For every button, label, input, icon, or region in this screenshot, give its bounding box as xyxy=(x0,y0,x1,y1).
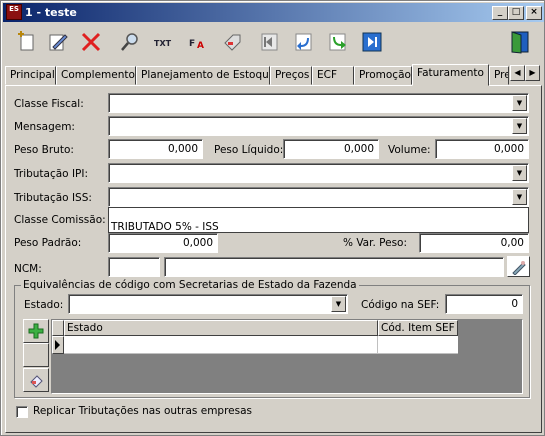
ncm-search-button[interactable] xyxy=(507,256,530,277)
fa-icon: FA xyxy=(189,39,204,51)
ncm-label: NCM: xyxy=(14,263,42,275)
replicar-checkbox[interactable] xyxy=(16,406,28,418)
volume-label: Volume: xyxy=(388,144,431,156)
grid-cell-cod-item-sef[interactable] xyxy=(378,336,458,354)
txt-icon: TXT xyxy=(154,39,172,48)
next-record-icon xyxy=(329,33,346,51)
first-record-button[interactable] xyxy=(256,29,282,55)
grid-cell-estado[interactable] xyxy=(64,336,378,354)
estado-label: Estado: xyxy=(24,299,64,311)
var-peso-label: % Var. Peso: xyxy=(343,237,407,249)
chevron-down-icon[interactable]: ▼ xyxy=(512,95,527,111)
classe-comissao-label: Classe Comissão: xyxy=(14,214,106,226)
edit-button[interactable] xyxy=(45,29,71,55)
exit-door-icon xyxy=(511,31,529,54)
first-record-icon xyxy=(261,33,278,51)
tab-principal[interactable]: Principal xyxy=(5,66,56,85)
grid-corner xyxy=(52,320,64,336)
peso-bruto-field[interactable]: 0,000 xyxy=(108,139,203,159)
delete-icon xyxy=(81,32,101,52)
ncm-description-field[interactable] xyxy=(164,257,504,277)
column-header-estado[interactable]: Estado xyxy=(64,320,378,336)
tributacao-iss-label: Tributação ISS: xyxy=(14,192,92,204)
peso-bruto-label: Peso Bruto: xyxy=(14,144,74,156)
search-icon xyxy=(121,33,138,51)
codigo-sef-field[interactable]: 0 xyxy=(445,294,523,314)
edit-icon xyxy=(49,34,68,51)
mensagem-label: Mensagem: xyxy=(14,121,75,133)
title-bar[interactable]: ES 1 - teste _ □ × xyxy=(3,3,544,22)
volume-field[interactable]: 0,000 xyxy=(435,139,529,159)
chevron-down-icon[interactable]: ▼ xyxy=(512,189,527,205)
svg-text:A: A xyxy=(197,41,204,51)
exit-button[interactable] xyxy=(507,29,533,55)
tab-promocao[interactable]: Promoção xyxy=(354,66,412,85)
tributacao-iss-select[interactable]: ▼ xyxy=(108,187,529,207)
main-window: ES 1 - teste _ □ × TXT FA Principal Comp… xyxy=(0,0,545,436)
classe-fiscal-label: Classe Fiscal: xyxy=(14,98,84,110)
last-record-icon xyxy=(362,32,382,52)
remove-equivalencia-button[interactable] xyxy=(23,343,49,367)
edit-equivalencia-button[interactable] xyxy=(23,368,49,392)
next-record-button[interactable] xyxy=(325,29,351,55)
window-title: 1 - teste xyxy=(25,6,77,19)
new-icon xyxy=(18,31,34,51)
app-icon: ES xyxy=(6,4,22,20)
tag-icon xyxy=(224,34,241,51)
tab-scroll-right-button[interactable]: ▶ xyxy=(525,65,540,81)
mensagem-select[interactable]: ▼ xyxy=(108,116,529,136)
current-row-icon xyxy=(55,340,60,350)
previous-record-icon xyxy=(295,33,312,51)
peso-padrao-label: Peso Padrão: xyxy=(14,237,82,249)
tab-pre[interactable]: Pre xyxy=(489,66,509,85)
tab-precos[interactable]: Preços xyxy=(270,66,312,85)
replicar-label[interactable]: Replicar Tributações nas outras empresas xyxy=(33,405,252,417)
search-button[interactable] xyxy=(117,29,143,55)
new-button[interactable] xyxy=(13,29,39,55)
close-button[interactable]: × xyxy=(526,6,542,20)
tributacao-ipi-select[interactable]: ▼ xyxy=(108,163,529,183)
codigo-sef-label: Código na SEF: xyxy=(361,299,440,311)
delete-button[interactable] xyxy=(78,29,104,55)
chevron-down-icon[interactable]: ▼ xyxy=(512,118,527,134)
ncm-code-field[interactable] xyxy=(108,257,160,277)
peso-liquido-label: Peso Líquido: xyxy=(214,144,284,156)
faturamento-panel: Classe Fiscal: ▼ Mensagem: ▼ Peso Bruto:… xyxy=(5,85,542,433)
plus-icon xyxy=(28,323,44,339)
previous-record-button[interactable] xyxy=(290,29,316,55)
chevron-down-icon[interactable]: ▼ xyxy=(512,165,527,181)
column-header-cod-item-sef[interactable]: Cód. Item SEF xyxy=(378,320,458,336)
classe-comissao-field[interactable]: TRIBUTADO 5% - ISS xyxy=(108,207,529,233)
estado-select[interactable]: ▼ xyxy=(68,294,348,314)
classe-fiscal-select[interactable]: ▼ xyxy=(108,93,529,113)
tab-faturamento[interactable]: Faturamento xyxy=(412,64,489,86)
svg-text:TXT: TXT xyxy=(154,39,172,48)
equivalencias-title: Equivalências de código com Secretarias … xyxy=(21,279,359,291)
tab-strip: Principal Complemento Planejamento de Es… xyxy=(5,64,542,86)
tab-scroll-left-button[interactable]: ◀ xyxy=(510,65,525,81)
minimize-button[interactable]: _ xyxy=(492,6,508,20)
var-peso-field[interactable]: 0,00 xyxy=(419,233,529,253)
equivalencias-grid[interactable]: Estado Cód. Item SEF xyxy=(51,319,523,394)
peso-padrao-field[interactable]: 0,000 xyxy=(108,233,218,253)
equivalencias-group: Equivalências de código com Secretarias … xyxy=(14,279,530,398)
maximize-button[interactable]: □ xyxy=(508,6,524,20)
txt-button[interactable]: TXT xyxy=(151,29,177,55)
last-record-button[interactable] xyxy=(359,29,385,55)
chevron-down-icon[interactable]: ▼ xyxy=(331,296,346,312)
peso-liquido-field[interactable]: 0,000 xyxy=(283,139,379,159)
tab-complemento[interactable]: Complemento xyxy=(56,66,136,85)
svg-text:F: F xyxy=(189,39,195,49)
tributacao-ipi-label: Tributação IPI: xyxy=(14,168,89,180)
eraser-icon xyxy=(30,375,43,388)
toolbar: TXT FA xyxy=(3,23,544,63)
add-equivalencia-button[interactable] xyxy=(23,319,49,343)
tab-planejamento-estoque[interactable]: Planejamento de Estoque xyxy=(136,66,270,85)
row-indicator xyxy=(52,336,64,354)
tag-button[interactable] xyxy=(219,29,245,55)
tab-ecf[interactable]: ECF xyxy=(312,66,354,85)
fa-button[interactable]: FA xyxy=(185,29,211,55)
pencil-search-icon xyxy=(511,260,526,275)
